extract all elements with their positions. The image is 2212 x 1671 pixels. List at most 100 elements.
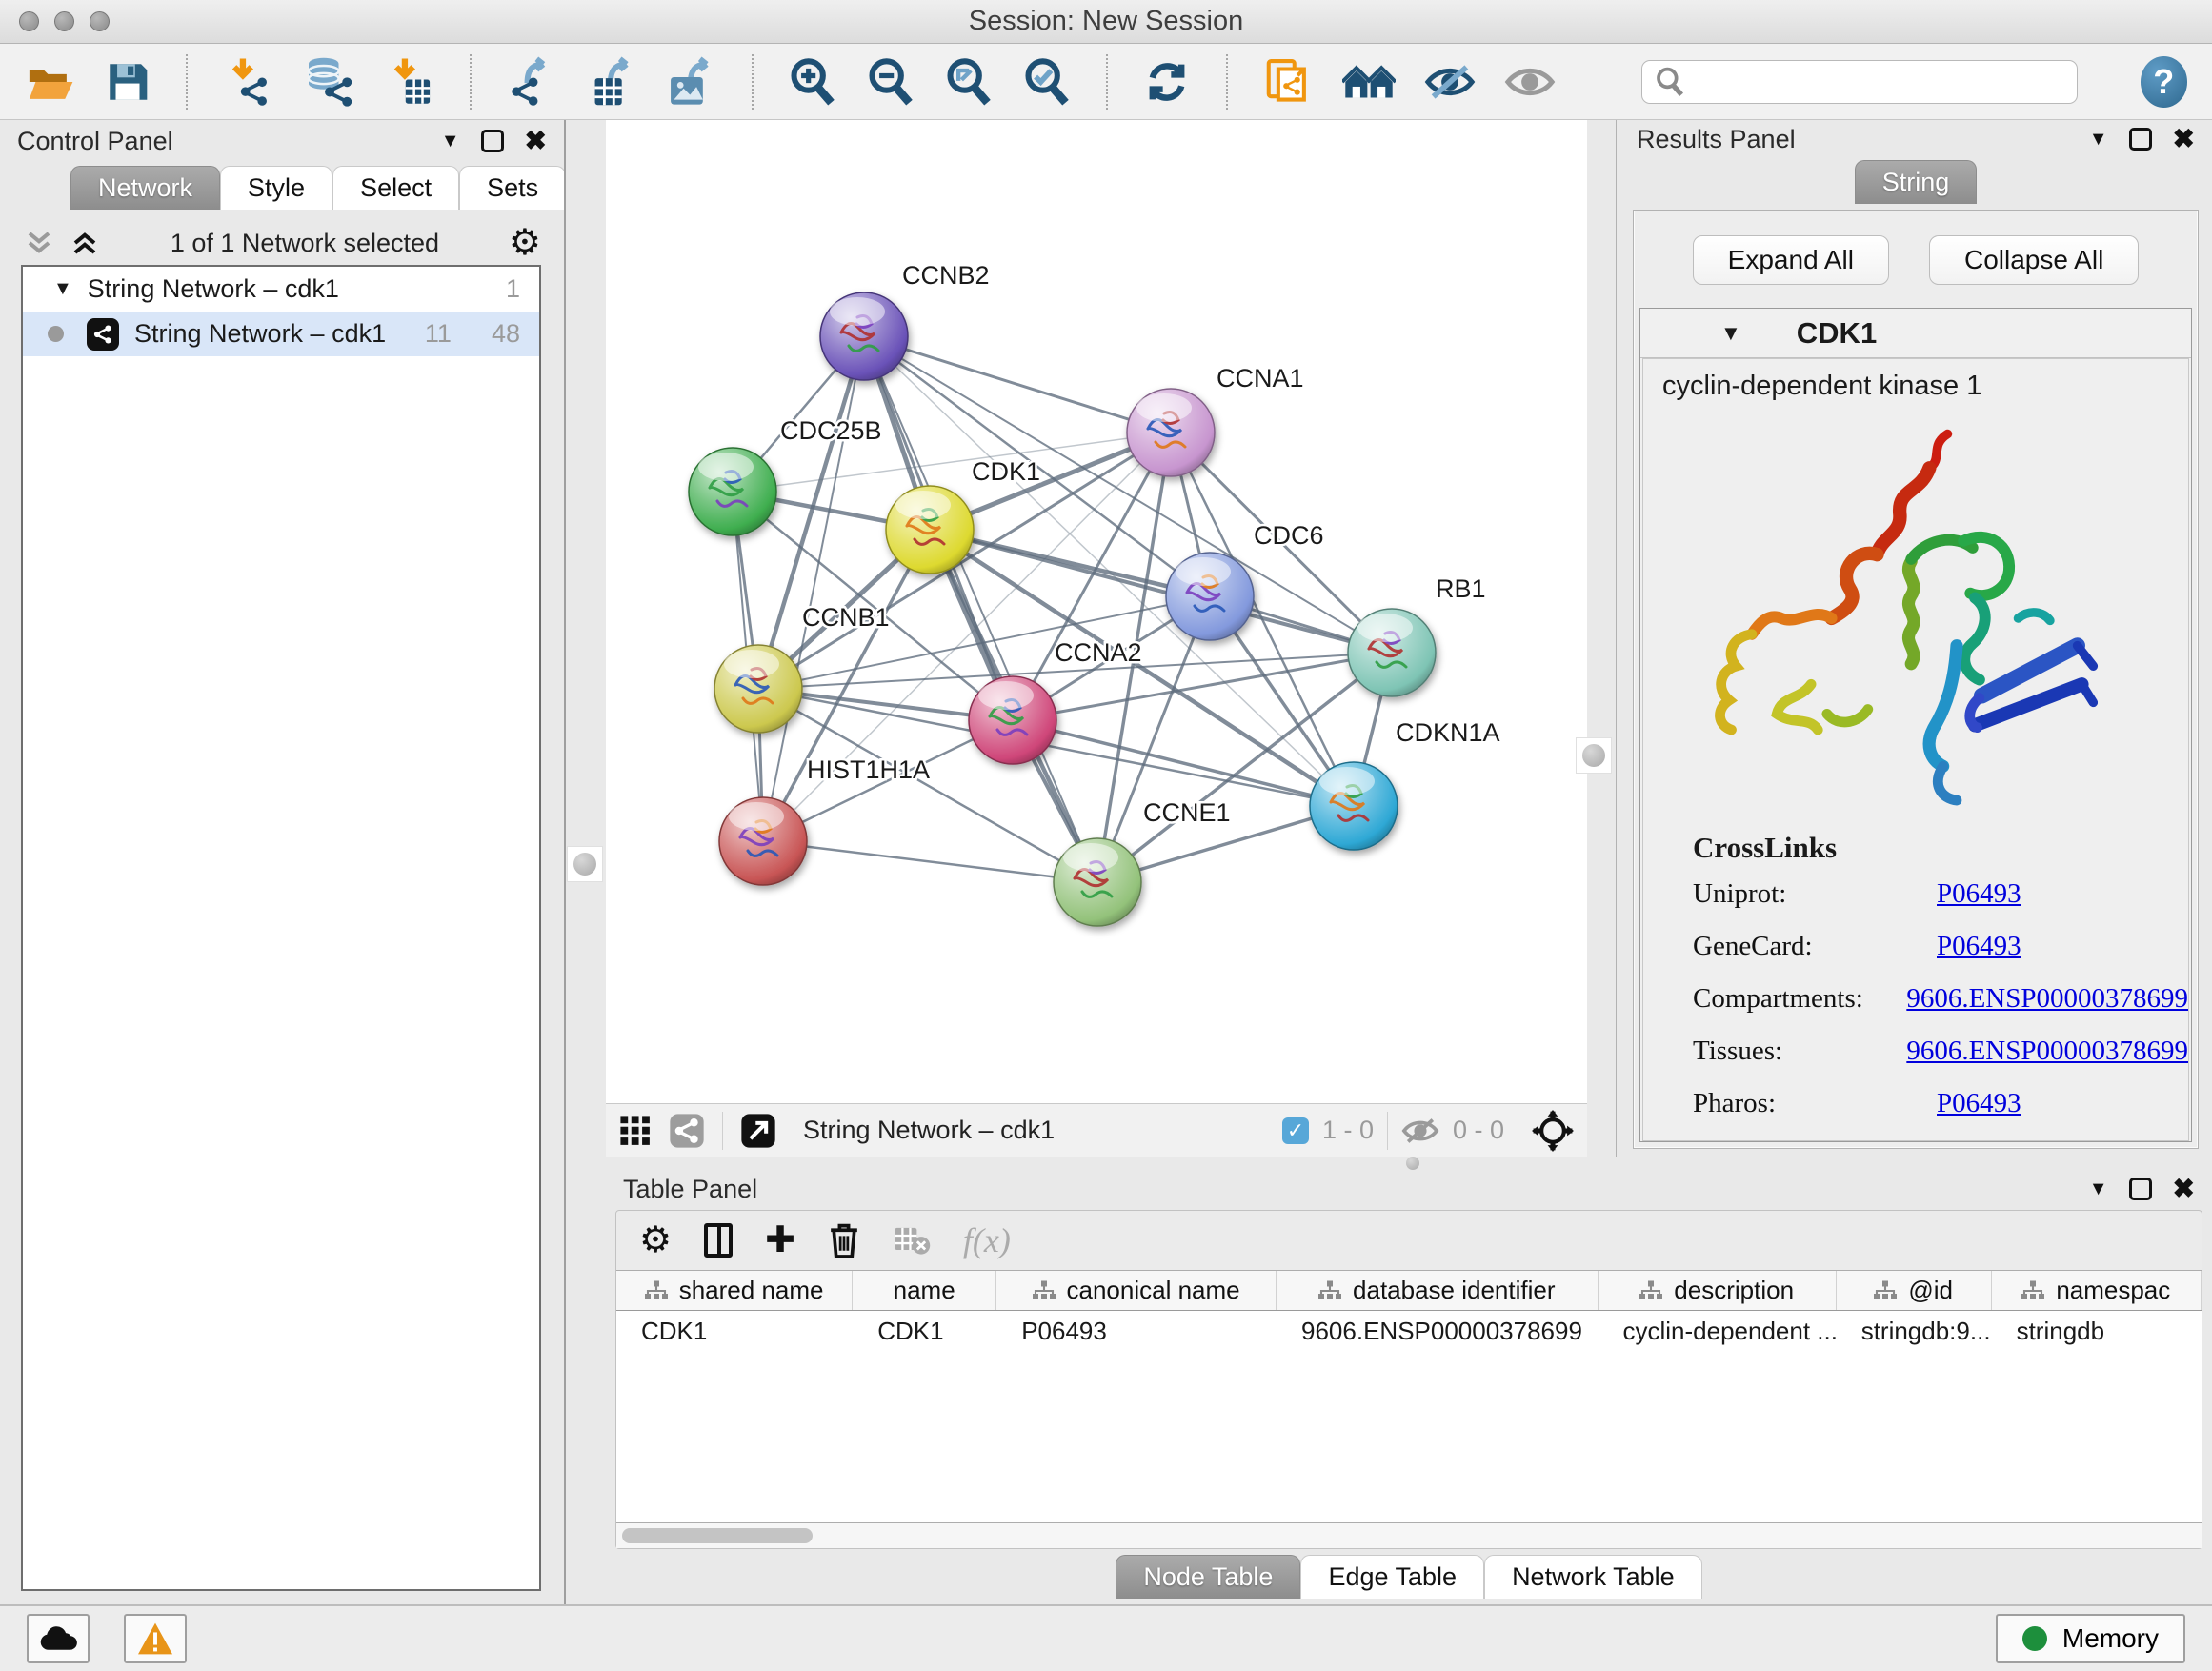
export-image-button[interactable] <box>666 55 717 109</box>
panel-float-icon[interactable] <box>2129 1178 2152 1200</box>
tab-select[interactable]: Select <box>332 166 459 210</box>
crosslink-link[interactable]: P06493 <box>1937 1088 2021 1119</box>
column-header-canonical-name[interactable]: canonical name <box>996 1271 1277 1310</box>
gear-icon[interactable]: ⚙ <box>509 225 541 261</box>
node-label: CDC25B <box>780 416 882 445</box>
crosslink-link[interactable]: P06493 <box>1937 931 2021 962</box>
birds-eye-view-button[interactable] <box>619 1115 652 1147</box>
open-in-window-button[interactable] <box>740 1113 776 1149</box>
crosslinks-title: CrossLinks <box>1693 831 2188 865</box>
zoom-out-button[interactable] <box>866 55 915 109</box>
table-cell[interactable]: CDK1 <box>853 1317 996 1346</box>
help-button[interactable]: ? <box>2141 56 2187 108</box>
table-cell[interactable]: cyclin-dependent ... <box>1599 1317 1837 1346</box>
collapse-all-icon[interactable] <box>23 229 55 257</box>
network-canvas[interactable]: CCNB2 CCNA1 CDC25B CDK1 <box>606 120 1587 1103</box>
results-panel-splitter[interactable] <box>1587 120 1619 1157</box>
hide-selected-button[interactable] <box>1424 55 1476 109</box>
column-header-shared-name[interactable]: shared name <box>616 1271 853 1310</box>
import-table-button[interactable] <box>384 55 435 109</box>
table-cell[interactable]: 9606.ENSP00000378699 <box>1277 1317 1598 1346</box>
splitter-handle[interactable] <box>1576 737 1612 774</box>
tab-edge-table[interactable]: Edge Table <box>1300 1555 1484 1599</box>
network-collection-row[interactable]: ▼ String Network – cdk1 1 <box>23 267 539 312</box>
control-panel-tabs: NetworkStyleSelectSets <box>70 166 564 210</box>
toolbar-separator <box>1106 54 1108 110</box>
function-builder-button[interactable]: f(x) <box>963 1220 1011 1260</box>
panel-close-icon[interactable]: ✖ <box>2173 126 2195 152</box>
gene-collapse-icon[interactable]: ▼ <box>1720 321 1741 346</box>
export-network-button[interactable] <box>506 55 557 109</box>
zoom-fit-button[interactable] <box>944 55 994 109</box>
table-cell[interactable]: CDK1 <box>616 1317 853 1346</box>
column-network-icon <box>2021 1280 2044 1301</box>
table-settings-button[interactable]: ⚙ <box>639 1222 672 1258</box>
edge-count: 48 <box>492 319 520 349</box>
network-row[interactable]: String Network – cdk1 11 48 <box>23 312 539 356</box>
refresh-button[interactable] <box>1142 55 1192 109</box>
add-column-button[interactable]: ✚ <box>765 1222 795 1258</box>
table-cell[interactable]: P06493 <box>996 1317 1277 1346</box>
tab-network[interactable]: Network <box>70 166 220 210</box>
open-session-button[interactable] <box>25 55 74 109</box>
column-header-description[interactable]: description <box>1599 1271 1837 1310</box>
gene-panel: ▼ CDK1 cyclin-dependent kinase 1 <box>1639 308 2192 1142</box>
show-columns-button[interactable] <box>704 1223 733 1258</box>
table-panel-splitter[interactable] <box>606 1157 2212 1168</box>
panel-float-icon[interactable] <box>481 130 504 152</box>
tab-sets[interactable]: Sets <box>459 166 566 210</box>
zoom-selected-button[interactable] <box>1022 55 1072 109</box>
gene-header[interactable]: ▼ CDK1 <box>1640 309 2191 358</box>
panel-float-icon[interactable] <box>2129 128 2152 151</box>
tab-string[interactable]: String <box>1855 160 1978 204</box>
column-header--id[interactable]: @id <box>1837 1271 1992 1310</box>
tree-expand-icon[interactable]: ▼ <box>53 278 72 300</box>
tab-node-table[interactable]: Node Table <box>1116 1555 1300 1599</box>
scrollbar-thumb[interactable] <box>622 1528 813 1543</box>
show-all-button[interactable] <box>1504 55 1556 109</box>
network-overview-button[interactable] <box>669 1113 705 1149</box>
clone-network-button[interactable] <box>1262 55 1314 109</box>
warnings-button[interactable] <box>124 1614 187 1663</box>
import-network-button[interactable] <box>222 55 273 109</box>
gene-name: CDK1 <box>1797 316 1877 351</box>
panel-collapse-icon[interactable]: ▼ <box>2089 1178 2108 1200</box>
crosslink-link[interactable]: 9606.ENSP00000378699 <box>1906 983 2188 1015</box>
memory-button[interactable]: Memory <box>1996 1614 2185 1663</box>
collection-count: 1 <box>506 274 520 304</box>
eye-icon <box>1504 61 1556 103</box>
status-bar: Memory <box>0 1604 2212 1671</box>
column-header-database-identifier[interactable]: database identifier <box>1277 1271 1599 1310</box>
tab-network-table[interactable]: Network Table <box>1484 1555 1702 1599</box>
database-icon <box>309 57 339 89</box>
column-header-namespac[interactable]: namespac <box>1992 1271 2202 1310</box>
panel-collapse-icon[interactable]: ▼ <box>441 131 460 152</box>
tab-style[interactable]: Style <box>220 166 332 210</box>
table-cell[interactable]: stringdb:9... <box>1837 1317 1992 1346</box>
zoom-in-button[interactable] <box>788 55 837 109</box>
first-neighbors-button[interactable] <box>1342 55 1396 109</box>
crosslink-link[interactable]: 9606.ENSP00000378699 <box>1906 1036 2188 1067</box>
collapse-all-button[interactable]: Collapse All <box>1929 235 2139 285</box>
delete-column-button[interactable] <box>828 1221 860 1259</box>
fit-content-icon[interactable] <box>1532 1110 1574 1152</box>
table-hscrollbar[interactable] <box>616 1523 2202 1548</box>
network-type-icon <box>87 318 119 351</box>
splitter-handle[interactable] <box>567 846 603 882</box>
crosslink-link[interactable]: P06493 <box>1937 878 2021 910</box>
table-cell[interactable]: stringdb <box>1992 1317 2202 1346</box>
search-input[interactable] <box>1641 60 2077 104</box>
expand-all-button[interactable]: Expand All <box>1693 235 1889 285</box>
panel-collapse-icon[interactable]: ▼ <box>2089 129 2108 151</box>
panel-close-icon[interactable]: ✖ <box>2173 1176 2195 1202</box>
table-row[interactable]: CDK1CDK1P064939606.ENSP00000378699cyclin… <box>616 1311 2202 1351</box>
export-table-button[interactable] <box>586 55 637 109</box>
expand-all-icon[interactable] <box>69 229 101 257</box>
column-header-name[interactable]: name <box>853 1271 996 1310</box>
save-session-button[interactable] <box>103 55 151 109</box>
import-network-database-button[interactable] <box>302 55 355 109</box>
panel-close-icon[interactable]: ✖ <box>525 128 547 154</box>
selected-checkbox-icon[interactable]: ✓ <box>1282 1117 1309 1144</box>
cloud-status-button[interactable] <box>27 1614 90 1663</box>
delete-table-button[interactable] <box>893 1224 931 1257</box>
